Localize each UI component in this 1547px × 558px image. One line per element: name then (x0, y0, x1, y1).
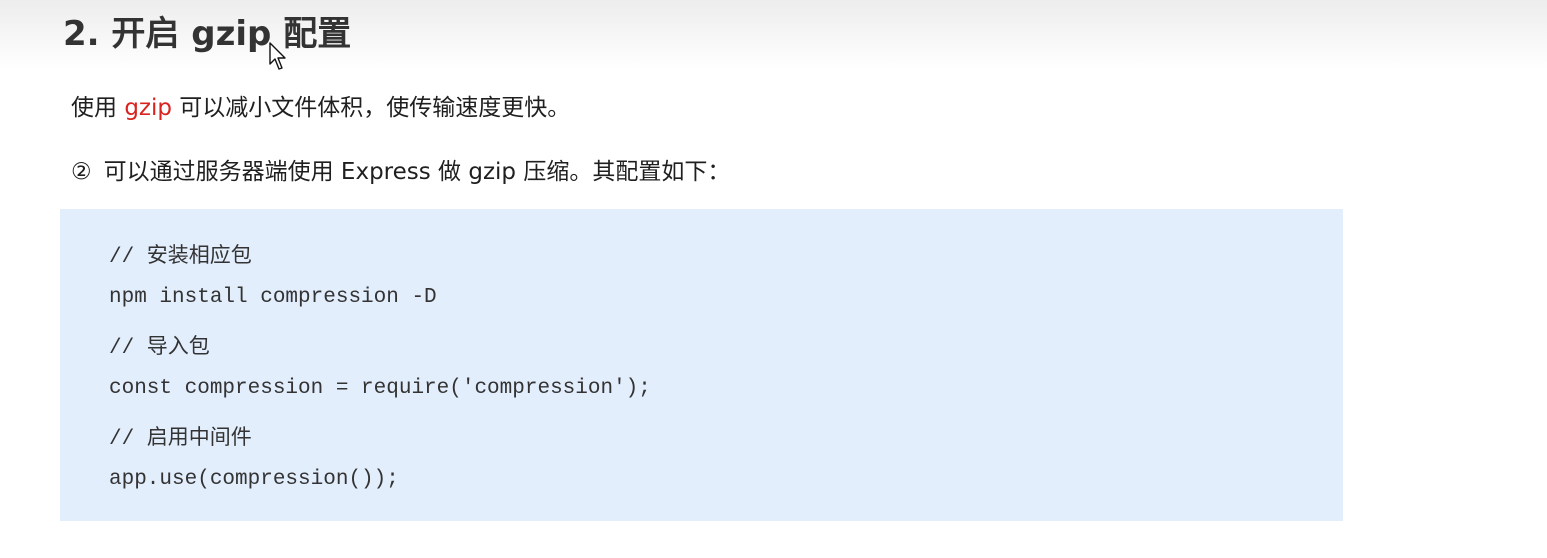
intro-paragraph: 使用 gzip 可以减小文件体积，使传输速度更快。 (71, 88, 570, 122)
step-number: ② (71, 159, 92, 185)
step-text: 可以通过服务器端使用 Express 做 gzip 压缩。其配置如下： (103, 159, 731, 185)
mouse-pointer-icon (269, 42, 286, 70)
code-line-require: const compression = require('compression… (109, 377, 651, 400)
code-block: // 安装相应包 npm install compression -D // 导… (60, 209, 1343, 521)
code-line-comment-install: // 安装相应包 (109, 246, 252, 269)
code-line-npm-install: npm install compression -D (109, 286, 437, 309)
step-paragraph: ② 可以通过服务器端使用 Express 做 gzip 压缩。其配置如下： (71, 152, 730, 186)
intro-highlight-keyword: gzip (124, 95, 172, 121)
section-heading: 2. 开启 gzip 配置 (63, 14, 352, 54)
code-line-comment-import: // 导入包 (109, 337, 210, 360)
intro-suffix: 可以减小文件体积，使传输速度更快。 (171, 95, 571, 121)
code-line-comment-middleware: // 启用中间件 (109, 428, 252, 451)
code-line-app-use: app.use(compression()); (109, 468, 399, 491)
intro-prefix: 使用 (71, 95, 125, 121)
